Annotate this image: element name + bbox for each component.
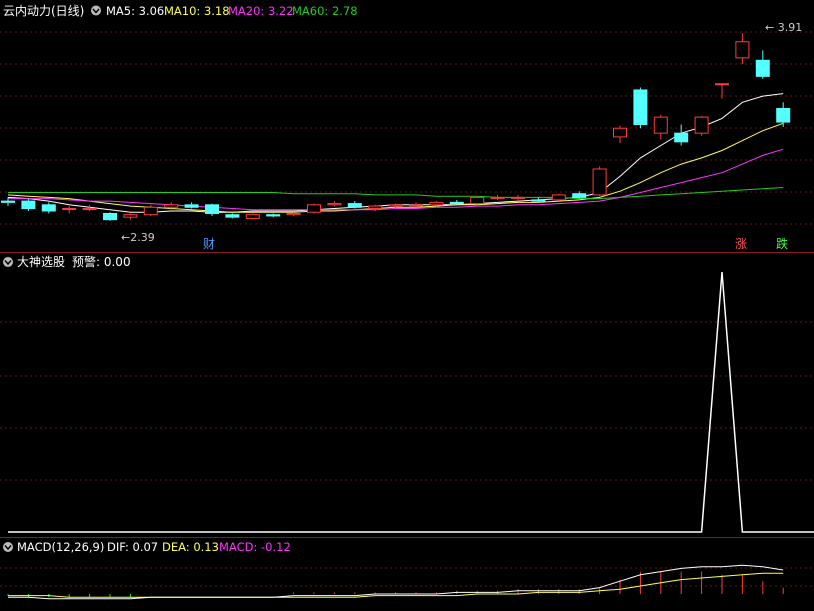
candle-body: [470, 196, 485, 205]
stock-chart: 云内动力(日线) MA5: 3.06 MA10: 3.18 MA20: 3.22…: [0, 0, 814, 611]
macd-value-label: MACD: -0.12: [219, 540, 291, 554]
candle: [245, 213, 260, 220]
candle-body: [41, 204, 56, 212]
candle-body: [755, 59, 770, 77]
marker-zhang: 涨: [735, 236, 747, 251]
candle: [592, 166, 607, 197]
candle-body: [551, 194, 566, 201]
candle-body: [776, 107, 791, 123]
candle: [470, 196, 485, 205]
price-panel-header: 云内动力(日线) MA5: 3.06 MA10: 3.18 MA20: 3.22…: [3, 4, 358, 18]
candle-body: [490, 196, 505, 199]
low-price-label: ←2.39: [121, 231, 155, 244]
ma60-label: MA60: 2.78: [292, 4, 358, 18]
signal-panel-title: 大神选股: [17, 255, 65, 269]
candle-body: [327, 203, 342, 206]
candle-body: [266, 214, 281, 217]
candle: [307, 203, 321, 214]
price-panel-title: 云内动力(日线): [3, 4, 84, 18]
candle-body: [633, 89, 648, 126]
candle: [551, 193, 566, 202]
candle: [694, 115, 709, 136]
candle-body: [613, 127, 627, 138]
signal-value-label: 预警: 0.00: [72, 254, 131, 269]
dif-label: DIF: 0.07: [107, 540, 158, 554]
candle-body: [184, 204, 199, 208]
candle-body: [572, 193, 587, 198]
candle-body: [286, 212, 301, 216]
candle-body: [225, 214, 240, 218]
candle-body: [694, 116, 709, 134]
candle-body: [592, 168, 607, 196]
price-collapse-icon[interactable]: [91, 5, 101, 16]
candle-body: [143, 206, 158, 216]
candle-body: [205, 204, 219, 214]
candle-body: [735, 41, 750, 59]
candle-body: [511, 196, 525, 199]
candle: [225, 213, 240, 219]
candle-body: [103, 212, 117, 221]
candle-body: [21, 200, 36, 210]
candle-body: [368, 205, 383, 210]
candle-body: [82, 208, 97, 211]
ma20-label: MA20: 3.22: [228, 4, 294, 18]
candle-body: [409, 204, 423, 207]
candle: [103, 212, 117, 221]
candle: [429, 201, 444, 207]
marker-cai: 财: [203, 237, 215, 251]
marker-die: 跌: [776, 236, 788, 251]
chart-background: [0, 0, 814, 611]
macd-panel-title: MACD(12,26,9): [17, 540, 104, 554]
candle-body: [62, 208, 77, 211]
candle-body: [307, 204, 321, 213]
candle-body: [347, 203, 362, 208]
candle-body: [1, 200, 15, 203]
candle-body: [123, 214, 138, 218]
macd-panel-header: MACD(12,26,9) DIF: 0.07 DEA: 0.13 MACD: …: [3, 540, 291, 554]
candle-body: [449, 201, 464, 205]
candle-body: [715, 83, 729, 86]
dea-label: DEA: 0.13: [162, 540, 219, 554]
candle-body: [653, 116, 668, 134]
candle-body: [429, 201, 444, 206]
candle-body: [388, 204, 403, 207]
candle: [633, 87, 648, 129]
macd-collapse-icon[interactable]: [3, 542, 13, 552]
candle-body: [164, 204, 179, 208]
signal-collapse-icon[interactable]: [3, 257, 13, 267]
candle-body: [674, 132, 689, 143]
ma5-label: MA5: 3.06: [106, 4, 164, 18]
ma10-label: MA10: 3.18: [164, 4, 230, 18]
candle-body: [245, 214, 260, 219]
candle-body: [531, 199, 546, 202]
